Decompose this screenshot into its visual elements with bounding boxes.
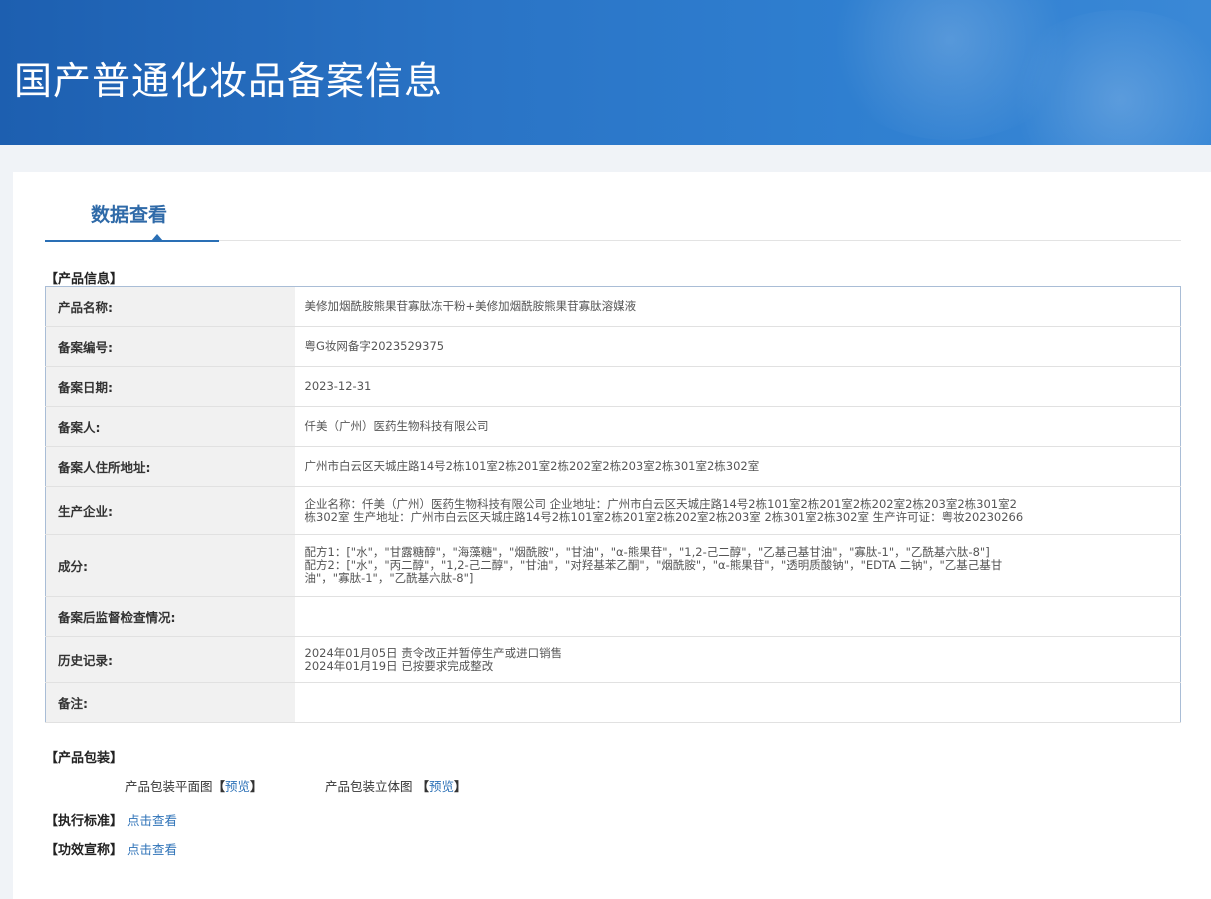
- info-row-label: 备案编号:: [45, 326, 295, 367]
- info-row-value: 仟美（广州）医药生物科技有限公司: [294, 406, 1181, 447]
- package-solid-item: 产品包装立体图 【预览】: [325, 779, 467, 794]
- info-row-label: 产品名称:: [45, 286, 295, 327]
- info-row: 成分: 配方1：["水"，"甘露糖醇"，"海藻糖"，"烟酰胺"，"甘油"，"α-熊…: [45, 534, 1181, 597]
- content-panel: 数据查看 【产品信息】 产品名称: 美修加烟酰胺熊果苷寡肽冻干粉+美修加烟酰胺熊果…: [13, 172, 1211, 899]
- info-row-value: [294, 596, 1181, 637]
- tab-active-caret: [151, 234, 163, 241]
- tab-label: 数据查看: [91, 204, 168, 226]
- info-row-value: 2023-12-31: [294, 366, 1181, 407]
- efficacy-row: 【功效宣称】 点击查看: [45, 839, 177, 858]
- info-row-label: 备案日期:: [45, 366, 295, 407]
- product-info-table: 产品名称: 美修加烟酰胺熊果苷寡肽冻干粉+美修加烟酰胺熊果苷寡肽溶媒液 备案编号: 粤…: [45, 286, 1181, 723]
- info-row-value: 广州市白云区天城庄路14号2栋101室2栋201室2栋202室2栋203室2栋3…: [294, 446, 1181, 487]
- info-row-value-line: 美修加烟酰胺熊果苷寡肽冻干粉+美修加烟酰胺熊果苷寡肽溶媒液: [304, 299, 637, 313]
- header-banner: 国产普通化妆品备案信息: [0, 0, 1211, 145]
- info-row-value: 2024年01月05日 责令改正并暂停生产或进口销售 2024年01月19日 已按…: [294, 636, 1181, 683]
- efficacy-title: 【功效宣称】: [45, 843, 124, 858]
- info-row-value-line: 企业名称：仟美（广州）医药生物科技有限公司 企业地址：广州市白云区天城庄路14号…: [304, 496, 1017, 511]
- info-row-value: 美修加烟酰胺熊果苷寡肽冻干粉+美修加烟酰胺熊果苷寡肽溶媒液: [294, 286, 1181, 327]
- info-row-label: 备案人:: [45, 406, 295, 447]
- info-row: 历史记录: 2024年01月05日 责令改正并暂停生产或进口销售 2024年01月1…: [45, 636, 1181, 683]
- tab-divider: [219, 240, 1181, 241]
- info-row-label: 备案人住所地址:: [45, 446, 295, 487]
- info-row-value-line: 2024年01月19日 已按要求完成整改: [304, 658, 494, 673]
- efficacy-view-link[interactable]: 点击查看: [127, 842, 177, 857]
- info-row-value: [294, 682, 1181, 723]
- info-row-value-line: 栋302室 生产地址：广州市白云区天城庄路14号2栋101室2栋201室2栋20…: [304, 509, 1024, 524]
- info-row-value-line: 仟美（广州）医药生物科技有限公司: [304, 419, 489, 433]
- info-row-value: 粤G妆网备字2023529375: [294, 326, 1181, 367]
- info-row-value: 企业名称：仟美（广州）医药生物科技有限公司 企业地址：广州市白云区天城庄路14号…: [294, 486, 1181, 535]
- info-row-label: 备注:: [45, 682, 295, 723]
- info-row: 备案编号: 粤G妆网备字2023529375: [45, 326, 1181, 367]
- info-row-value-line: 2024年01月05日 责令改正并暂停生产或进口销售: [304, 645, 563, 660]
- info-row-label: 历史记录:: [45, 636, 295, 683]
- info-row: 备案后监督检查情况:: [45, 596, 1181, 637]
- info-row: 生产企业: 企业名称：仟美（广州）医药生物科技有限公司 企业地址：广州市白云区天城…: [45, 486, 1181, 535]
- package-flat-item: 产品包装平面图【预览】: [125, 779, 263, 794]
- info-row-value: 配方1：["水"，"甘露糖醇"，"海藻糖"，"烟酰胺"，"甘油"，"α-熊果苷"…: [294, 534, 1181, 597]
- info-row: 产品名称: 美修加烟酰胺熊果苷寡肽冻干粉+美修加烟酰胺熊果苷寡肽溶媒液: [45, 286, 1181, 327]
- package-flat-preview-link[interactable]: 预览: [225, 779, 250, 794]
- info-row-label: 备案后监督检查情况:: [45, 596, 295, 637]
- info-row: 备注:: [45, 682, 1181, 723]
- standard-row: 【执行标准】 点击查看: [45, 810, 177, 829]
- info-row: 备案日期: 2023-12-31: [45, 366, 1181, 407]
- info-row-value-line: 广州市白云区天城庄路14号2栋101室2栋201室2栋202室2栋203室2栋3…: [304, 459, 760, 473]
- info-row-label: 成分:: [45, 534, 295, 597]
- package-solid-label: 产品包装立体图: [325, 779, 413, 794]
- info-row-value-line: 粤G妆网备字2023529375: [304, 339, 445, 353]
- page-title: 国产普通化妆品备案信息: [14, 59, 444, 103]
- info-row: 备案人: 仟美（广州）医药生物科技有限公司: [45, 406, 1181, 447]
- package-flat-label: 产品包装平面图: [125, 779, 213, 794]
- standard-title: 【执行标准】: [45, 814, 124, 829]
- info-row-value-line: 2023-12-31: [304, 379, 372, 393]
- info-row: 备案人住所地址: 广州市白云区天城庄路14号2栋101室2栋201室2栋202室2…: [45, 446, 1181, 487]
- info-row-label: 生产企业:: [45, 486, 295, 535]
- packaging-title: 【产品包装】: [45, 751, 124, 766]
- info-row-value-line: 油"，"寡肽-1"，"乙酰基六肽-8"]: [304, 571, 474, 585]
- product-info-title: 【产品信息】: [45, 272, 124, 287]
- standard-view-link[interactable]: 点击查看: [127, 813, 177, 828]
- package-solid-preview-link[interactable]: 预览: [429, 779, 454, 794]
- tab-data-view[interactable]: 数据查看: [45, 172, 219, 242]
